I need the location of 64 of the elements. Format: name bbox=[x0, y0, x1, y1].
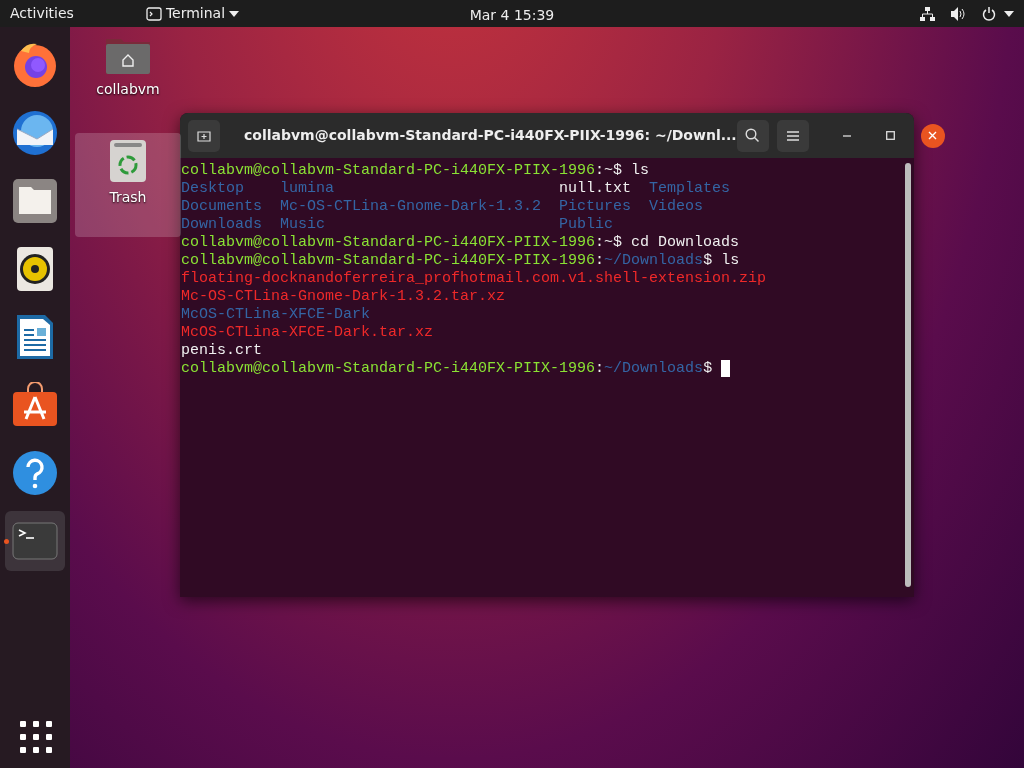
file-name: null.txt bbox=[559, 180, 633, 198]
minimize-icon bbox=[842, 134, 851, 137]
directory-name: ~/Downloads bbox=[604, 252, 704, 270]
new-tab-button[interactable] bbox=[188, 119, 220, 152]
prompt-text: collabvm@collabvm-Standard-PC-i440FX-PIIX-1996 bbox=[181, 360, 596, 378]
close-icon bbox=[928, 131, 938, 140]
power-icon bbox=[982, 6, 996, 21]
command-text: $ bbox=[703, 360, 714, 378]
directory-name: McOS-CTLina-XFCE-Dark bbox=[181, 306, 371, 324]
desktop-icon[interactable]: Trash bbox=[75, 133, 181, 237]
directory-name: Music bbox=[280, 216, 327, 234]
desktop-icon[interactable]: collabvm bbox=[75, 29, 181, 133]
command-text: : bbox=[595, 360, 605, 378]
archive-file-name: McOS-CTLina-XFCE-Dark.tar.xz bbox=[181, 324, 434, 342]
menu-icon bbox=[786, 130, 799, 141]
command-text: $ ls bbox=[703, 252, 740, 270]
terminal-icon bbox=[12, 522, 58, 560]
prompt-text: collabvm@collabvm-Standard-PC-i440FX-PIIX-1996 bbox=[181, 234, 596, 252]
clock[interactable]: Mar 4 15:39 bbox=[469, 5, 555, 26]
terminal-icon bbox=[145, 6, 162, 21]
folder-icon bbox=[12, 178, 58, 224]
directory-name: Downloads bbox=[181, 216, 263, 234]
activities-button[interactable]: Activities bbox=[10, 3, 74, 24]
directory-name: Documents bbox=[181, 198, 263, 216]
directory-name: ~/Downloads bbox=[604, 360, 704, 378]
search-icon bbox=[745, 128, 761, 143]
command-text: : bbox=[595, 252, 605, 270]
scrollbar[interactable] bbox=[905, 163, 911, 587]
command-text: :~$ cd Downloads bbox=[595, 234, 740, 252]
new-tab-icon bbox=[197, 129, 211, 142]
browser-icon bbox=[11, 41, 59, 89]
directory-name: Public bbox=[559, 216, 615, 234]
directory-name: Pictures bbox=[559, 198, 633, 216]
speaker-icon bbox=[16, 246, 54, 292]
prompt-text: collabvm@collabvm-Standard-PC-i440FX-PIIX-1996 bbox=[181, 252, 596, 270]
close-button[interactable] bbox=[920, 123, 945, 148]
search-button[interactable] bbox=[736, 119, 769, 152]
shopping-bag-icon bbox=[12, 382, 58, 428]
trash-icon bbox=[109, 139, 147, 183]
desktop-icon-label: collabvm bbox=[96, 80, 160, 99]
command-text: :~$ ls bbox=[595, 162, 650, 180]
mail-icon bbox=[11, 109, 59, 157]
show-applications-button[interactable] bbox=[19, 720, 51, 752]
archive-file-name: floating-docknandoferreira_profhotmail.com.v1.shell-extension.zip bbox=[181, 270, 767, 288]
maximize-icon bbox=[886, 131, 896, 140]
caret-icon bbox=[229, 10, 240, 17]
system-menu[interactable] bbox=[982, 6, 1014, 21]
prompt-text: collabvm@collabvm-Standard-PC-i440FX-PIIX-1996 bbox=[181, 162, 596, 180]
archive-file-name: Mc-OS-CTLina-Gnome-Dark-1.3.2.tar.xz bbox=[181, 288, 506, 306]
desktop-icon-label: Trash bbox=[109, 188, 147, 207]
app-menu[interactable]: Terminal bbox=[145, 3, 240, 24]
window-title: collabvm@collabvm-Standard-PC-i440FX-PIIX-1996: ~/Downl... bbox=[244, 126, 737, 145]
directory-name: Mc-OS-CTLina-Gnome-Dark-1.3.2 bbox=[280, 198, 543, 216]
network-icon[interactable] bbox=[920, 6, 935, 21]
volume-icon[interactable] bbox=[951, 6, 966, 21]
directory-name: Desktop bbox=[181, 180, 245, 198]
caret-icon bbox=[1004, 10, 1014, 17]
document-icon bbox=[16, 314, 54, 360]
directory-name: Videos bbox=[649, 198, 704, 216]
menu-button[interactable] bbox=[776, 119, 809, 152]
directory-name: lumina bbox=[280, 180, 336, 198]
directory-name: Templates bbox=[649, 180, 731, 198]
help-icon bbox=[12, 450, 58, 496]
file-name: penis.crt bbox=[181, 342, 262, 360]
